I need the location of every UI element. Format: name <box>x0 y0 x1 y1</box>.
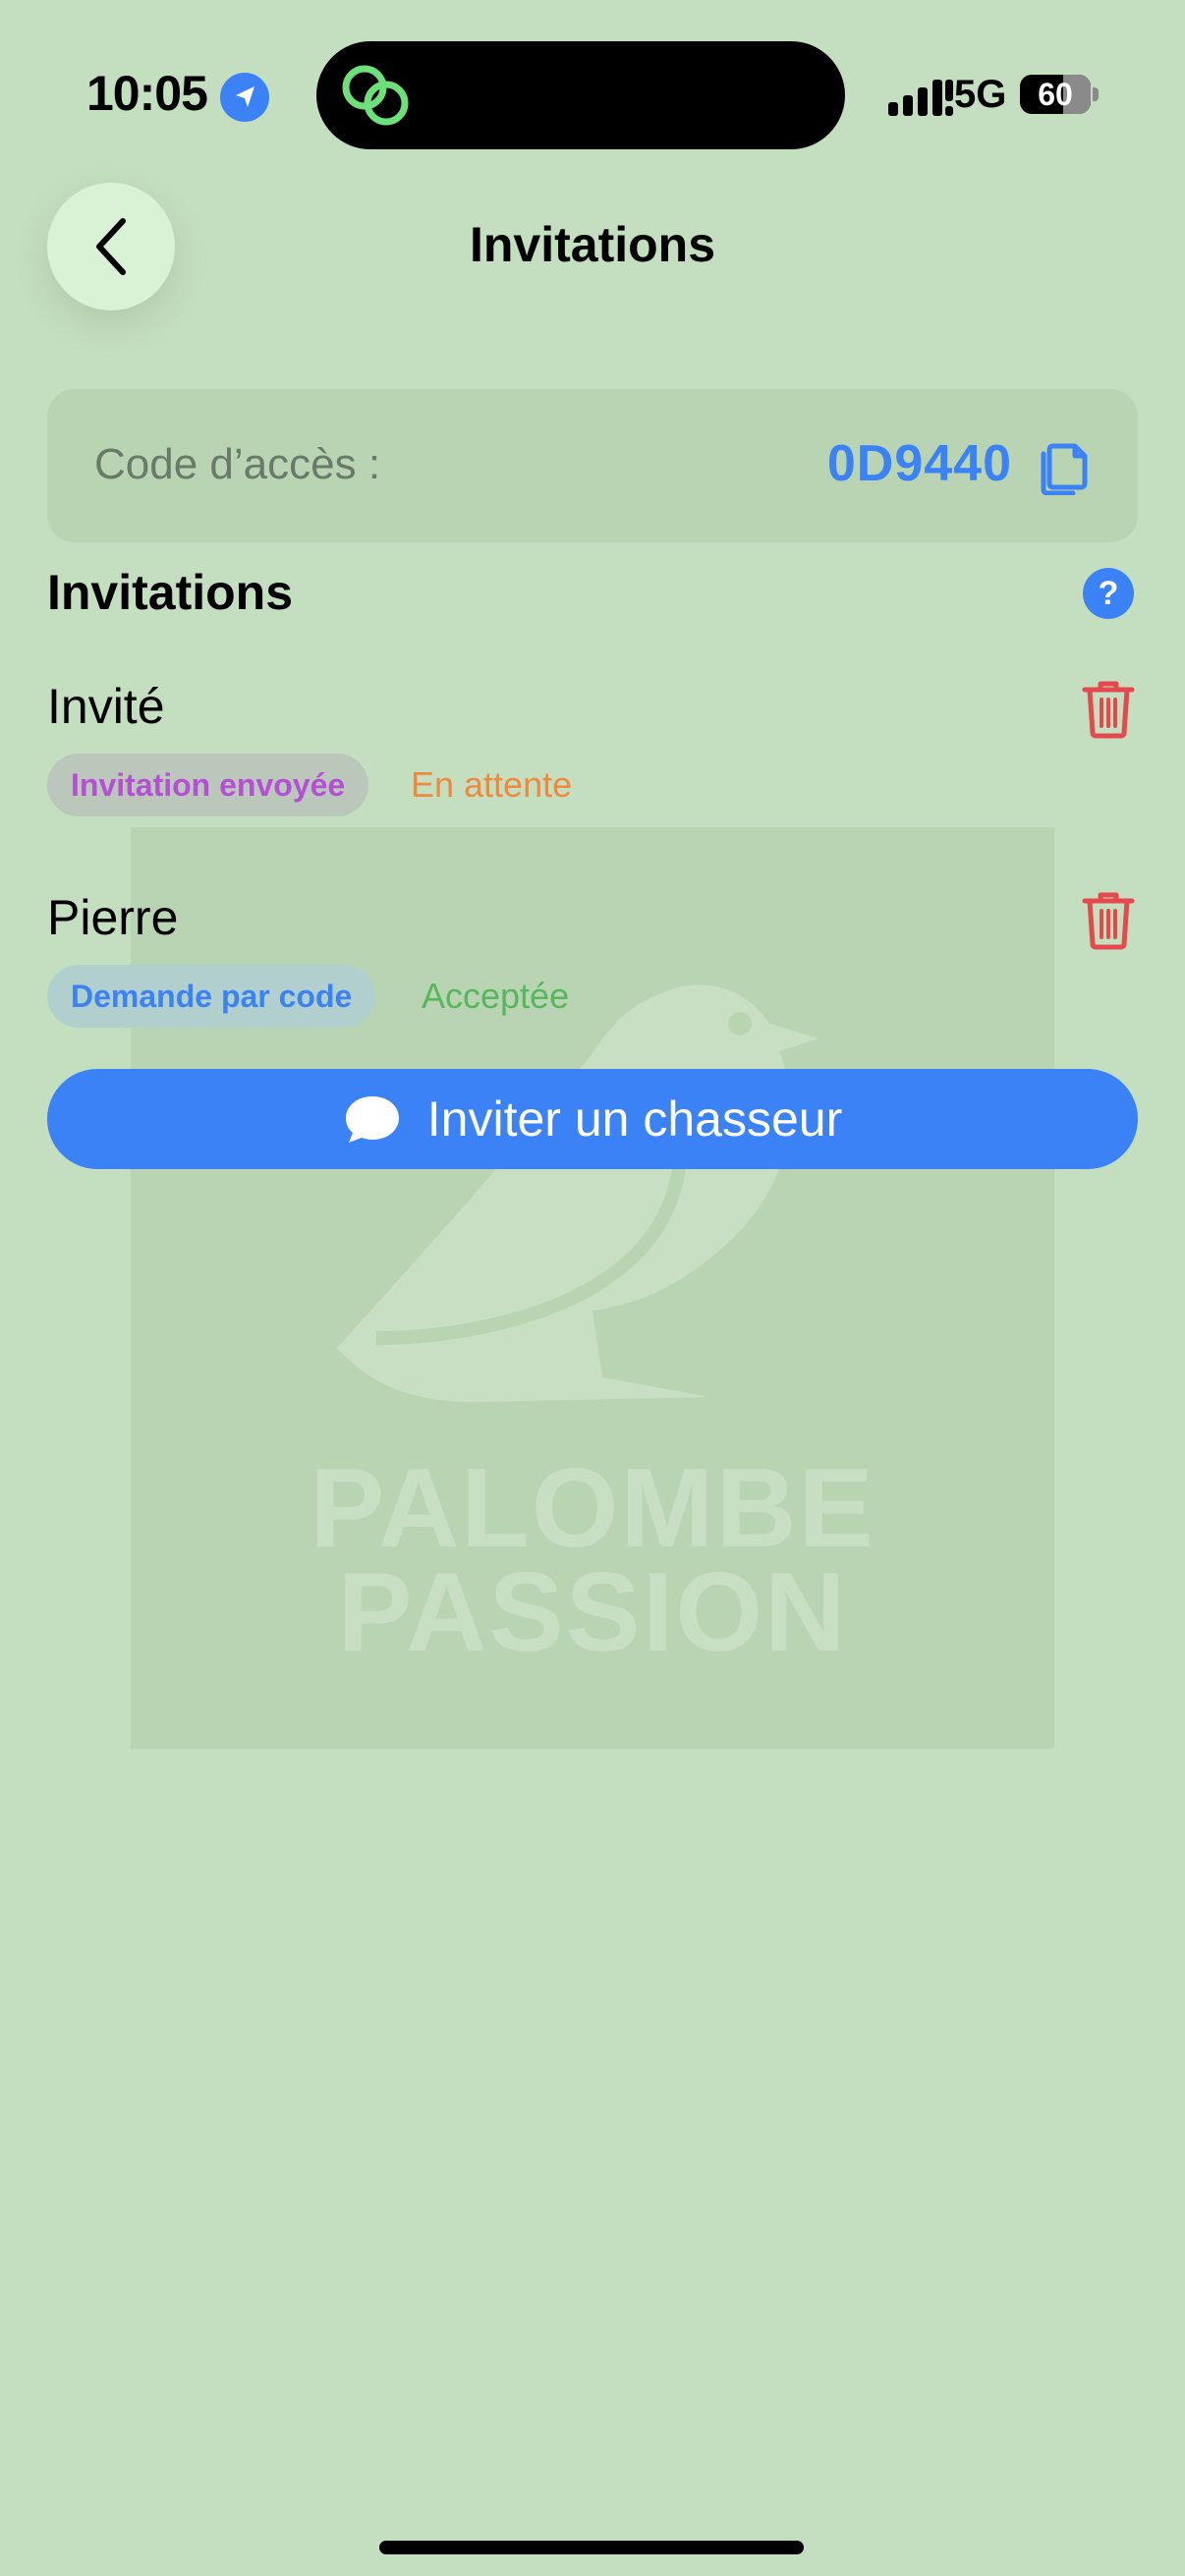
status-bar: 10:05 5G 60 <box>0 0 1185 187</box>
access-code-value[interactable]: 0D9440 <box>827 434 1012 493</box>
invitee-name: Pierre <box>47 890 179 945</box>
access-code-card: Code d’accès : 0D9440 <box>47 389 1138 542</box>
invitation-type-badge: Demande par code <box>47 965 376 1028</box>
trash-icon[interactable] <box>1081 889 1136 950</box>
invitee-name: Invité <box>47 679 165 734</box>
battery-tip <box>1093 87 1099 101</box>
battery-level: 60 <box>1038 77 1073 112</box>
invitation-status: En attente <box>411 764 573 805</box>
invite-hunter-button[interactable]: Inviter un chasseur <box>47 1069 1138 1169</box>
link-rings-icon <box>342 65 409 126</box>
invite-button-label: Inviter un chasseur <box>426 1092 843 1147</box>
signal-icon <box>888 80 953 116</box>
trash-icon[interactable] <box>1081 678 1136 739</box>
help-button[interactable]: ? <box>1083 568 1134 619</box>
watermark-line-2: PASSION <box>337 1550 848 1675</box>
chat-bubble-icon <box>345 1096 399 1143</box>
status-time: 10:05 <box>86 66 208 121</box>
page-title: Invitations <box>469 217 716 272</box>
copy-icon[interactable] <box>1038 436 1091 495</box>
network-type: 5G <box>954 73 1007 116</box>
dynamic-island <box>316 41 845 149</box>
access-code-label: Code d’accès : <box>94 440 381 488</box>
location-arrow-icon <box>220 73 269 122</box>
section-title: Invitations <box>47 565 294 620</box>
home-indicator <box>379 2541 804 2554</box>
invitation-type-badge: Invitation envoyée <box>47 754 369 816</box>
invitation-status: Acceptée <box>422 976 570 1016</box>
battery-icon: 60 <box>1020 75 1091 114</box>
